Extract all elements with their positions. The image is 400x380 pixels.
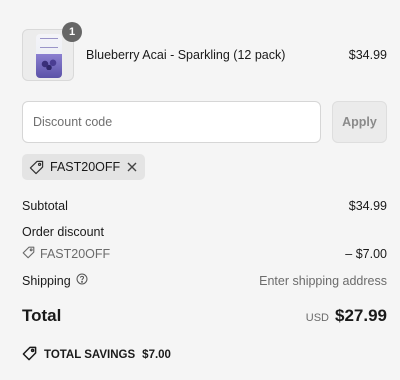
order-discount-code-text: FAST20OFF [40, 247, 111, 261]
quantity-badge: 1 [62, 22, 82, 42]
tag-icon [29, 160, 44, 175]
total-label: Total [22, 306, 62, 325]
subtotal-value: $34.99 [348, 199, 387, 213]
subtotal-label: Subtotal [22, 199, 68, 213]
shipping-row: Shipping Enter shipping address [22, 273, 387, 288]
blueberries-graphic [39, 58, 59, 70]
shipping-value: Enter shipping address [259, 273, 387, 288]
savings-value: $7.00 [142, 349, 171, 361]
total-value: $27.99 [335, 306, 387, 325]
applied-discount-chip: FAST20OFF [22, 154, 146, 180]
savings-tag-icon [22, 346, 37, 364]
total-savings: TOTAL SAVINGS $7.00 [22, 346, 171, 364]
order-discount-label: Order discount [22, 225, 104, 239]
currency-code: USD [305, 312, 329, 324]
subtotal-row: Subtotal $34.99 [22, 199, 387, 213]
discount-code-input[interactable] [22, 101, 321, 143]
order-discount-detail-row: FAST20OFF – $7.00 [22, 246, 387, 262]
savings-label: TOTAL SAVINGS [44, 349, 136, 361]
can-label-graphic [40, 38, 58, 48]
applied-discount-code: FAST20OFF [50, 160, 121, 174]
product-price: $34.99 [348, 48, 387, 62]
shipping-label: Shipping [22, 273, 71, 288]
total-row: Total USD $27.99 [22, 306, 387, 326]
total-amount: USD $27.99 [306, 306, 387, 326]
tag-icon [22, 246, 35, 262]
order-discount-row: Order discount [22, 225, 387, 239]
help-question-icon[interactable] [76, 273, 88, 288]
discount-form: Apply [22, 101, 387, 143]
order-discount-value: – $7.00 [345, 247, 387, 261]
order-discount-code: FAST20OFF [22, 246, 110, 262]
shipping-label-group: Shipping [22, 273, 88, 288]
cart-line-item: 1 Blueberry Acai - Sparkling (12 pack) $… [22, 22, 387, 82]
apply-discount-button[interactable]: Apply [332, 101, 387, 143]
remove-discount-close-icon[interactable] [126, 161, 138, 173]
product-name: Blueberry Acai - Sparkling (12 pack) [86, 48, 286, 62]
product-thumbnail: 1 [22, 22, 82, 81]
